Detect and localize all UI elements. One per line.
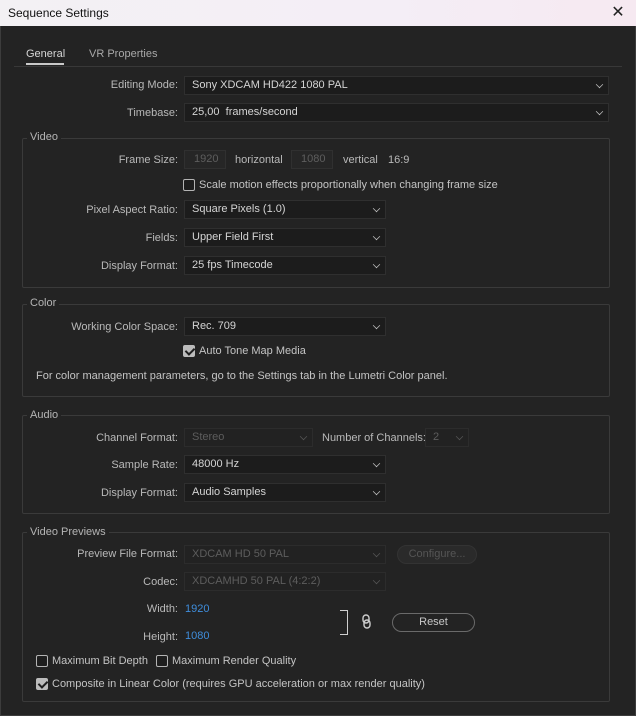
working-color-space-value: Rec. 709 [192,320,237,332]
number-of-channels-label: Number of Channels: [322,432,426,444]
preview-file-format-label: Preview File Format: [77,548,178,560]
audio-display-format-label: Display Format: [100,487,178,499]
max-bit-depth-label: Maximum Bit Depth [52,655,148,667]
frame-height-input[interactable]: 1080 [291,150,333,169]
max-render-quality-label: Maximum Render Quality [172,655,297,667]
timebase-dropdown[interactable]: 25,00 frames/second [184,103,609,122]
reset-button[interactable]: Reset [392,613,475,632]
audio-display-format-value: Audio Samples [192,486,266,498]
max-render-quality-checkbox[interactable] [156,655,168,667]
window-title: Sequence Settings [8,6,109,20]
editing-mode-label: Editing Mode: [110,79,178,91]
chevron-down-icon [372,260,381,269]
title-bar: Sequence Settings ✕ [0,0,636,26]
scale-motion-checkbox[interactable] [183,179,195,191]
link-bracket [340,610,348,635]
vertical-label: vertical [343,154,378,166]
frame-size-label: Frame Size: [118,154,178,166]
fields-label: Fields: [145,232,178,244]
fields-value: Upper Field First [192,231,274,243]
codec-dropdown[interactable]: XDCAMHD 50 PAL (4:2:2) [184,572,386,591]
scale-motion-label: Scale motion effects proportionally when… [199,179,498,191]
width-label: Width: [146,603,178,615]
preview-file-format-value: XDCAM HD 50 PAL [192,548,289,560]
chevron-down-icon [372,204,381,213]
working-color-space-label: Working Color Space: [71,321,178,333]
link-icon[interactable] [362,614,371,633]
composite-linear-label: Composite in Linear Color (requires GPU … [52,678,425,690]
timebase-value: 25,00 frames/second [192,106,298,118]
chevron-down-icon [595,107,604,116]
color-info-text: For color management parameters, go to t… [36,370,448,382]
chevron-down-icon [299,432,308,441]
preview-height-value[interactable]: 1080 [185,630,209,642]
video-display-format-value: 25 fps Timecode [192,259,273,271]
working-color-space-dropdown[interactable]: Rec. 709 [184,317,386,336]
editing-mode-dropdown[interactable]: Sony XDCAM HD422 1080 PAL [184,76,609,95]
channel-format-value: Stereo [192,431,225,443]
codec-label: Codec: [143,576,178,588]
chevron-down-icon [372,232,381,241]
pixel-aspect-ratio-label: Pixel Aspect Ratio: [86,204,178,216]
editing-mode-value: Sony XDCAM HD422 1080 PAL [192,79,348,91]
sample-rate-value: 48000 Hz [192,458,240,470]
aspect-ratio-text: 16:9 [388,154,410,166]
sample-rate-dropdown[interactable]: 48000 Hz [184,455,386,474]
tabs-divider [14,66,622,67]
number-of-channels-value: 2 [433,431,440,443]
video-previews-section-title: Video Previews [27,526,109,538]
audio-section-title: Audio [27,409,62,421]
codec-value: XDCAMHD 50 PAL (4:2:2) [192,575,321,587]
frame-width-input[interactable]: 1920 [184,150,226,169]
auto-tone-map-label: Auto Tone Map Media [199,345,306,357]
chevron-down-icon [372,487,381,496]
audio-display-format-dropdown[interactable]: Audio Samples [184,483,386,502]
fields-dropdown[interactable]: Upper Field First [184,228,386,247]
composite-linear-checkbox[interactable] [36,678,48,690]
pixel-aspect-ratio-value: Square Pixels (1.0) [192,203,286,215]
channel-format-dropdown[interactable]: Stereo [184,428,313,447]
configure-button[interactable]: Configure... [397,545,477,564]
chevron-down-icon [372,549,381,558]
chevron-down-icon [372,321,381,330]
video-display-format-label: Display Format: [100,260,178,272]
color-section-title: Color [27,297,60,309]
number-of-channels-dropdown[interactable]: 2 [425,428,469,447]
close-icon[interactable]: ✕ [608,3,628,23]
chevron-down-icon [455,432,464,441]
active-tab-indicator [26,63,64,65]
chevron-down-icon [595,80,604,89]
chevron-down-icon [372,576,381,585]
sample-rate-label: Sample Rate: [111,459,178,471]
preview-file-format-dropdown[interactable]: XDCAM HD 50 PAL [184,545,386,564]
height-label: Height: [143,631,178,643]
video-section-title: Video [27,131,61,143]
tab-vr-properties[interactable]: VR Properties [89,48,157,60]
pixel-aspect-ratio-dropdown[interactable]: Square Pixels (1.0) [184,200,386,219]
timebase-label: Timebase: [127,107,178,119]
video-display-format-dropdown[interactable]: 25 fps Timecode [184,256,386,275]
max-bit-depth-checkbox[interactable] [36,655,48,667]
preview-width-value[interactable]: 1920 [185,603,209,615]
chevron-down-icon [372,459,381,468]
tab-general[interactable]: General [26,48,65,60]
channel-format-label: Channel Format: [96,432,178,444]
horizontal-label: horizontal [235,154,283,166]
auto-tone-map-checkbox[interactable] [183,345,195,357]
